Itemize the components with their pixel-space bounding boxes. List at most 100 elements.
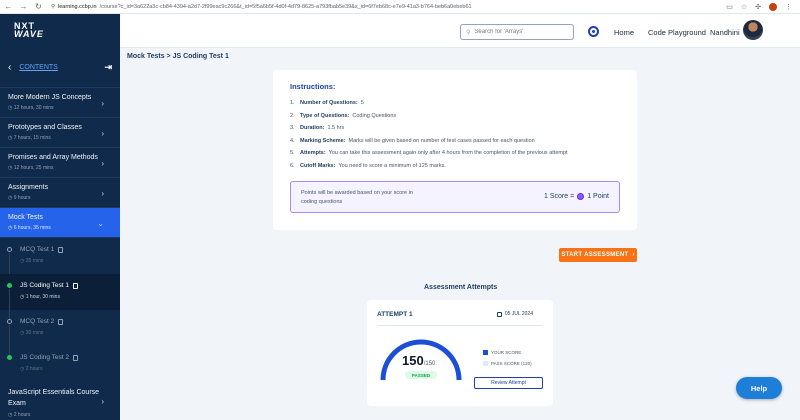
search-icon: ⚲ bbox=[466, 29, 471, 36]
divider bbox=[377, 325, 543, 326]
sidebar-item-assignments[interactable]: Assignments ◷ 9 hours › bbox=[0, 178, 120, 208]
instruction-item: 6. Cutoff Marks: You need to score a minim… bbox=[290, 162, 446, 169]
instructions-title: Instructions: bbox=[290, 82, 336, 91]
attempts-heading: Assessment Attempts bbox=[424, 284, 498, 291]
chevron-right-icon: › bbox=[101, 129, 104, 138]
point-label: 1 Point bbox=[587, 193, 609, 200]
avatar[interactable] bbox=[743, 20, 763, 40]
sidebar-item-label: More Modern JS Concepts bbox=[8, 94, 92, 101]
status-badge: PASSED bbox=[405, 371, 437, 379]
url-path: /course?c_id=3a622a3c-cb84-4394-a2d7-2f9… bbox=[99, 3, 472, 10]
forward-arrow-icon[interactable]: → bbox=[19, 2, 28, 11]
back-chevron-icon[interactable]: ‹ bbox=[8, 62, 11, 73]
browser-menu-icon[interactable]: ⋮ bbox=[785, 3, 792, 11]
search-input[interactable] bbox=[474, 29, 565, 35]
site-info-icon[interactable]: ⚲ bbox=[51, 4, 55, 10]
cast-icon[interactable]: ▭ bbox=[726, 3, 733, 11]
points-info-box: Points will be awarded based on your sco… bbox=[290, 181, 620, 213]
sidebar-item-duration: ◷ 9 hours bbox=[8, 195, 31, 201]
review-attempt-button[interactable]: Review Attempt bbox=[474, 377, 543, 389]
sidebar-item-label: Assignments bbox=[8, 184, 49, 191]
attempt-date: 05 JUL 2024 bbox=[496, 311, 533, 317]
subitem-label: JS Coding Test 1 bbox=[20, 282, 120, 289]
attempt-name: ATTEMPT 1 bbox=[377, 311, 413, 318]
sidebar-item-mock-tests[interactable]: Mock Tests ◷ 6 hours, 35 mins ⌄ bbox=[0, 208, 120, 238]
sidebar-item-more-modern-js[interactable]: More Modern JS Concepts ◷ 12 hours, 30 m… bbox=[0, 88, 120, 118]
chevron-down-icon: ⌄ bbox=[97, 219, 104, 228]
instruction-item: 1. Number of Questions: 5 bbox=[290, 100, 364, 106]
contents-title: CONTENTS bbox=[19, 64, 58, 71]
reload-icon[interactable]: ↻ bbox=[34, 2, 43, 11]
url-host: learning.ccbp.in bbox=[58, 3, 97, 10]
streak-icon[interactable] bbox=[588, 26, 599, 37]
home-link[interactable]: Home bbox=[614, 28, 634, 37]
subitem-label: JS Coding Test 2 bbox=[20, 354, 120, 361]
calendar-icon bbox=[496, 311, 502, 317]
subitem-js-coding-test-1[interactable]: JS Coding Test 1 ◷ 1 hour, 30 mins bbox=[0, 274, 120, 319]
subitem-duration: ◷ 30 mins bbox=[20, 330, 44, 336]
subitem-duration: ◷ 2 hours bbox=[20, 366, 43, 372]
status-dot bbox=[7, 319, 12, 324]
address-bar[interactable]: ⚲ learning.ccbp.in/course?c_id=3a622a3c-… bbox=[51, 4, 571, 10]
legend-your-score: YOUR SCORE bbox=[483, 347, 532, 358]
breadcrumb[interactable]: Mock Tests > JS Coding Test 1 bbox=[127, 53, 229, 60]
points-description: Points will be awarded based on your sco… bbox=[301, 190, 413, 205]
document-icon bbox=[73, 354, 79, 361]
subitem-js-coding-test-2[interactable]: JS Coding Test 2 ◷ 2 hours bbox=[0, 346, 120, 382]
attempt-card: ATTEMPT 1 05 JUL 2024 150/150 PASSED YOU… bbox=[367, 300, 553, 406]
extensions-icon[interactable]: ✣ bbox=[755, 3, 761, 11]
sidebar-item-duration: ◷ 7 hours, 15 mins bbox=[8, 135, 51, 141]
points-conversion: 1 Score = 1 Point bbox=[544, 193, 609, 200]
nxtwave-logo[interactable]: NXT WAVE bbox=[0, 14, 120, 48]
chevron-right-icon: › bbox=[101, 99, 104, 108]
sidebar-item-duration: ◷ 2 hours bbox=[8, 412, 31, 418]
document-icon bbox=[73, 282, 79, 289]
sidebar-header: ‹ CONTENTS ⇥ bbox=[0, 48, 120, 88]
sidebar-item-label: Prototypes and Classes bbox=[8, 124, 82, 131]
bookmark-star-icon[interactable]: ☆ bbox=[741, 3, 747, 11]
search-box[interactable]: ⚲ bbox=[460, 24, 574, 40]
subitem-duration: ◷ 35 mins bbox=[20, 258, 44, 264]
instruction-item: 2. Type of Questions: Coding Questions bbox=[290, 112, 397, 119]
completed-dot bbox=[7, 283, 12, 288]
sidebar: ‹ CONTENTS ⇥ More Modern JS Concepts ◷ 1… bbox=[0, 48, 120, 420]
score-legend: YOUR SCORE PASS SCORE (120) bbox=[483, 347, 532, 369]
subitem-label: MCQ Test 1 bbox=[20, 246, 120, 253]
sidebar-item-duration: ◷ 12 hours, 25 mins bbox=[8, 165, 54, 171]
collapse-sidebar-icon[interactable]: ⇥ bbox=[104, 62, 112, 73]
legend-swatch bbox=[483, 350, 488, 355]
coin-icon bbox=[577, 193, 585, 200]
document-icon bbox=[58, 246, 64, 253]
profile-icon[interactable] bbox=[769, 2, 777, 11]
legend-swatch bbox=[483, 361, 488, 366]
chevron-right-icon: › bbox=[101, 189, 104, 198]
subitem-duration: ◷ 1 hour, 30 mins bbox=[20, 294, 60, 300]
code-playground-link[interactable]: Code Playground bbox=[648, 28, 706, 37]
document-icon bbox=[58, 318, 64, 325]
instruction-item: 3. Duration: 1.5 hrs bbox=[290, 125, 345, 132]
help-button[interactable]: Help bbox=[736, 377, 782, 399]
chevron-right-icon: › bbox=[101, 159, 104, 168]
sidebar-item-prototypes[interactable]: Prototypes and Classes ◷ 7 hours, 15 min… bbox=[0, 118, 120, 148]
logo-line-2: WAVE bbox=[14, 29, 44, 39]
subitem-mcq-test-1[interactable]: MCQ Test 1 ◷ 35 mins bbox=[0, 238, 120, 283]
sidebar-item-course-exam[interactable]: JavaScript Essentials Course Exam ◷ 2 ho… bbox=[0, 381, 120, 420]
sidebar-item-label: JavaScript Essentials Course Exam bbox=[8, 389, 100, 407]
sidebar-item-promises[interactable]: Promises and Array Methods ◷ 12 hours, 2… bbox=[0, 148, 120, 178]
start-assessment-button[interactable]: START ASSESSMENT › bbox=[559, 248, 637, 262]
legend-pass-score: PASS SCORE (120) bbox=[483, 358, 532, 369]
app-header: NXT WAVE ⚲ Home Code Playground Nandhini bbox=[0, 14, 800, 48]
score-label: 1 Score = bbox=[544, 193, 575, 200]
instructions-list: 1. Number of Questions: 5 2. Type of Questi… bbox=[290, 100, 620, 176]
status-dot bbox=[7, 247, 12, 252]
browser-toolbar: ← → ↻ ⚲ learning.ccbp.in/course?c_id=3a6… bbox=[0, 0, 800, 14]
back-arrow-icon[interactable]: ← bbox=[4, 2, 13, 11]
instruction-item: 4. Marking Scheme: Marks will be given bas… bbox=[290, 137, 535, 144]
subitem-mcq-test-2[interactable]: MCQ Test 2 ◷ 30 mins bbox=[0, 310, 120, 355]
score-value: 150/150 bbox=[402, 353, 436, 368]
instruction-item: 5. Attempts: You can take this assessment … bbox=[290, 150, 568, 157]
completed-dot bbox=[7, 355, 12, 360]
user-name[interactable]: Nandhini bbox=[710, 28, 740, 37]
sidebar-item-duration: ◷ 12 hours, 30 mins bbox=[8, 105, 54, 111]
chevron-right-icon: › bbox=[101, 397, 104, 406]
